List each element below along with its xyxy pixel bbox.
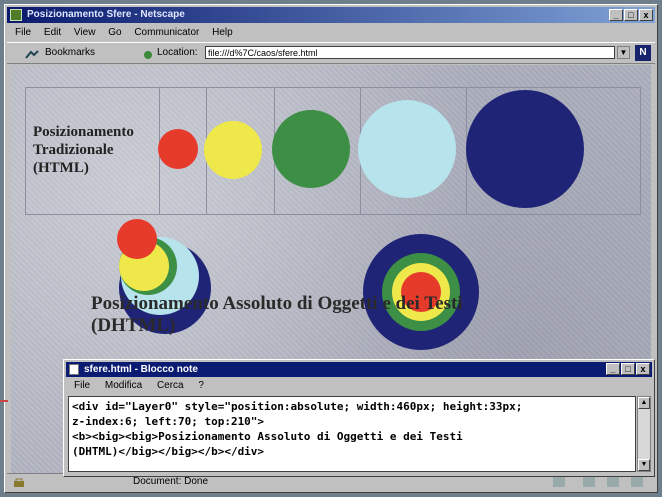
composer-icon[interactable]: [631, 477, 643, 487]
absolute-positioning-label: Posizionamento Assoluto di Oggetti e dei…: [91, 293, 463, 336]
location-dropdown-button[interactable]: ▼: [617, 46, 630, 59]
notepad-app-icon[interactable]: [69, 364, 79, 375]
notepad-menu-modifica[interactable]: Modifica: [105, 380, 142, 391]
notepad-menu-file[interactable]: File: [74, 380, 90, 391]
notepad-window[interactable]: sfere.html - Blocco note _ □ x File Modi…: [63, 359, 655, 477]
notepad-title-bar: sfere.html - Blocco note _ □ x: [66, 362, 652, 377]
notepad-minimize-button[interactable]: _: [606, 363, 620, 375]
code-line: z-index:6; left:70; top:210">: [72, 415, 265, 428]
location-toolbar: Bookmarks Location: file:///d%7C/caos/sf…: [7, 42, 655, 64]
notepad-maximize-button[interactable]: □: [621, 363, 635, 375]
menu-bar: File Edit View Go Communicator Help: [7, 25, 655, 41]
notepad-menu-bar: File Modifica Cerca ?: [66, 379, 652, 393]
discussion-icon[interactable]: [607, 477, 619, 487]
menu-help[interactable]: Help: [212, 27, 233, 38]
location-icon: [143, 48, 153, 59]
close-button[interactable]: x: [639, 9, 653, 21]
scroll-up-button[interactable]: ▲: [638, 397, 650, 409]
notepad-menu-help[interactable]: ?: [198, 380, 204, 391]
notepad-close-button[interactable]: x: [636, 363, 650, 375]
notepad-scrollbar[interactable]: ▲ ▼: [637, 396, 651, 472]
browser-window: Posizionamento Sfere - Netscape _ □ x Fi…: [4, 4, 658, 493]
notepad-title: sfere.html - Blocco note: [84, 364, 198, 375]
minimize-button[interactable]: _: [609, 9, 623, 21]
menu-file[interactable]: File: [15, 27, 31, 38]
code-line: <b><big><big>Posizionamento Assoluto di …: [72, 430, 463, 443]
menu-communicator[interactable]: Communicator: [134, 27, 199, 38]
bookmarks-button[interactable]: Bookmarks: [45, 43, 95, 63]
sphere-yellow: [204, 121, 262, 179]
notepad-menu-cerca[interactable]: Cerca: [157, 380, 184, 391]
abs-sphere-red: [117, 219, 157, 259]
menu-edit[interactable]: Edit: [44, 27, 61, 38]
location-label: Location:: [157, 47, 198, 58]
code-line: <div id="Layer0" style="position:absolut…: [72, 400, 523, 413]
maximize-button[interactable]: □: [624, 9, 638, 21]
notepad-text-area[interactable]: <div id="Layer0" style="position:absolut…: [68, 396, 636, 472]
sphere-navy: [466, 90, 584, 208]
bookmarks-icon[interactable]: [25, 48, 39, 59]
security-icon[interactable]: [13, 477, 25, 487]
netscape-logo: N: [635, 45, 651, 61]
sphere-red: [158, 129, 198, 169]
window-title: Posizionamento Sfere - Netscape: [27, 9, 185, 20]
code-line: (DHTML)</big></big></b></div>: [72, 445, 265, 458]
margin-marker: [0, 400, 8, 402]
traditional-positioning-label: Posizionamento Tradizionale (HTML): [33, 124, 134, 176]
mail-icon[interactable]: [583, 477, 595, 487]
menu-go[interactable]: Go: [108, 27, 121, 38]
title-bar: Posizionamento Sfere - Netscape _ □ x: [7, 7, 655, 23]
sphere-lightblue: [358, 100, 456, 198]
sphere-green: [272, 110, 350, 188]
menu-view[interactable]: View: [74, 27, 96, 38]
online-status-icon[interactable]: [553, 477, 565, 487]
scroll-down-button[interactable]: ▼: [638, 459, 650, 471]
location-input[interactable]: file:///d%7C/caos/sfere.html: [205, 46, 615, 59]
netscape-app-icon[interactable]: [10, 9, 22, 21]
